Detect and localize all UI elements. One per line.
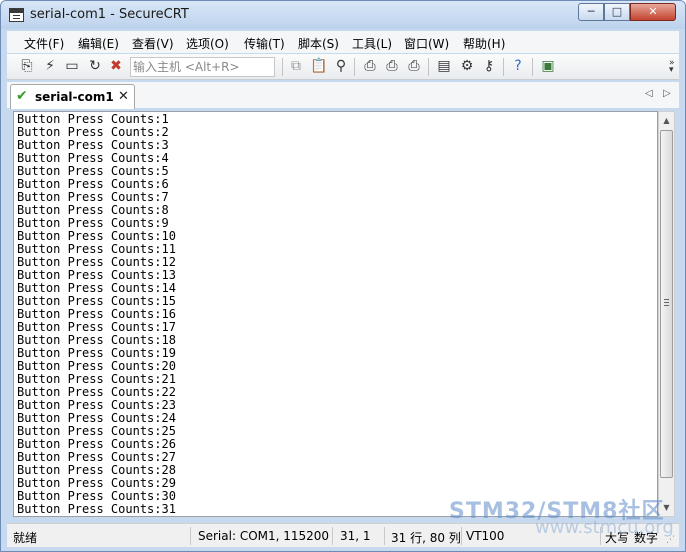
toolbar-separator xyxy=(282,58,283,76)
toolbar-separator xyxy=(428,58,429,76)
menu-tools[interactable]: 工具(L) xyxy=(352,35,392,52)
terminal-lines: Button Press Counts:1 Button Press Counts… xyxy=(14,113,176,516)
status-divider xyxy=(600,527,601,545)
terminal-line: Button Press Counts:31 xyxy=(17,502,176,516)
status-bar: 就绪 Serial: COM1, 115200 31, 1 31 行, 80 列… xyxy=(7,523,679,547)
status-divider xyxy=(384,527,385,545)
global-options-icon[interactable]: ⚙ xyxy=(459,58,475,74)
scrollbar-thumb[interactable] xyxy=(660,130,673,478)
status-divider xyxy=(332,527,333,545)
window-title: serial-com1 - SecureCRT xyxy=(30,7,189,22)
menu-view[interactable]: 查看(V) xyxy=(132,35,174,52)
sftp-icon[interactable]: ▣ xyxy=(540,58,556,74)
maximize-button[interactable]: □ xyxy=(604,3,630,21)
copy-icon[interactable]: ⧉ xyxy=(288,58,304,74)
status-caps-lock: 大写 xyxy=(605,531,630,545)
minimize-button[interactable]: ─ xyxy=(578,3,604,21)
disconnect-icon[interactable]: ✖ xyxy=(108,58,124,74)
connect-icon[interactable]: ⎘ xyxy=(19,58,35,74)
scrollbar-grip-icon xyxy=(664,299,669,306)
vertical-scrollbar[interactable]: ▲ ▼ xyxy=(658,111,675,517)
app-window-icon[interactable] xyxy=(9,8,24,22)
menu-options[interactable]: 选项(O) xyxy=(186,35,229,52)
status-connection: Serial: COM1, 115200 xyxy=(198,529,330,543)
quick-connect-icon[interactable]: ⚡ xyxy=(42,58,58,74)
tab-serial-com1[interactable]: ✔ serial-com1 ✕ xyxy=(10,84,135,109)
title-bar[interactable]: serial-com1 - SecureCRT ─ □ ✕ xyxy=(1,1,685,29)
toolbar-overflow-icon[interactable]: » ▾ xyxy=(669,59,677,75)
securecrt-window: serial-com1 - SecureCRT ─ □ ✕ 文件(F) 编辑(E… xyxy=(0,0,686,552)
reconnect-icon[interactable]: ↻ xyxy=(87,58,103,74)
paste-icon[interactable]: 📋 xyxy=(310,58,327,74)
menu-file[interactable]: 文件(F) xyxy=(24,35,64,52)
scroll-down-icon[interactable]: ▼ xyxy=(659,499,674,516)
keymap-icon[interactable]: ⚷ xyxy=(481,58,497,74)
print-selection-icon[interactable]: ⎙ xyxy=(384,58,400,74)
tab-close-icon[interactable]: ✕ xyxy=(118,89,129,104)
tab-label: serial-com1 xyxy=(35,90,114,104)
toolbar-separator xyxy=(532,58,533,76)
status-cursor-position: 31, 1 xyxy=(340,529,371,543)
connected-check-icon: ✔ xyxy=(16,88,28,104)
menu-edit[interactable]: 编辑(E) xyxy=(78,35,119,52)
toolbar-separator xyxy=(354,58,355,76)
print-screen-icon[interactable]: ⎙ xyxy=(362,58,378,74)
terminal-output[interactable]: Button Press Counts:1 Button Press Counts… xyxy=(13,111,658,517)
session-options-icon[interactable]: ▤ xyxy=(436,58,452,74)
tab-scroll-right-icon[interactable]: ▷ xyxy=(663,88,671,99)
status-num-lock: 数字 xyxy=(634,531,659,545)
menu-bar: 文件(F) 编辑(E) 查看(V) 选项(O) 传输(T) 脚本(S) 工具(L… xyxy=(7,31,679,53)
tab-bar: ✔ serial-com1 ✕ ◁ ▷ xyxy=(7,82,679,109)
host-input[interactable]: 输入主机 <Alt+R> xyxy=(130,57,275,77)
resize-grip-icon[interactable]: ⋰ xyxy=(666,535,675,545)
close-button[interactable]: ✕ xyxy=(630,3,676,21)
connect-tab-icon[interactable]: ▭ xyxy=(64,58,80,74)
status-terminal-size: 31 行, 80 列 xyxy=(391,531,461,545)
menu-transfer[interactable]: 传输(T) xyxy=(244,35,285,52)
menu-script[interactable]: 脚本(S) xyxy=(298,35,339,52)
toolbar: ⎘ ⚡ ▭ ↻ ✖ 输入主机 <Alt+R> ⧉ 📋 ⚲ ⎙ ⎙ ⎙ ▤ ⚙ ⚷… xyxy=(7,54,679,80)
print-icon[interactable]: ⎙ xyxy=(406,58,422,74)
scroll-up-icon[interactable]: ▲ xyxy=(659,112,674,129)
status-emulation: VT100 xyxy=(466,529,505,543)
help-icon[interactable]: ? xyxy=(510,58,526,74)
status-divider xyxy=(461,527,462,545)
status-divider xyxy=(190,527,191,545)
toolbar-separator xyxy=(503,58,504,76)
status-ready: 就绪 xyxy=(13,531,38,545)
find-icon[interactable]: ⚲ xyxy=(333,58,349,74)
menu-help[interactable]: 帮助(H) xyxy=(463,35,505,52)
tab-scroll-left-icon[interactable]: ◁ xyxy=(645,88,653,99)
menu-window[interactable]: 窗口(W) xyxy=(404,35,449,52)
